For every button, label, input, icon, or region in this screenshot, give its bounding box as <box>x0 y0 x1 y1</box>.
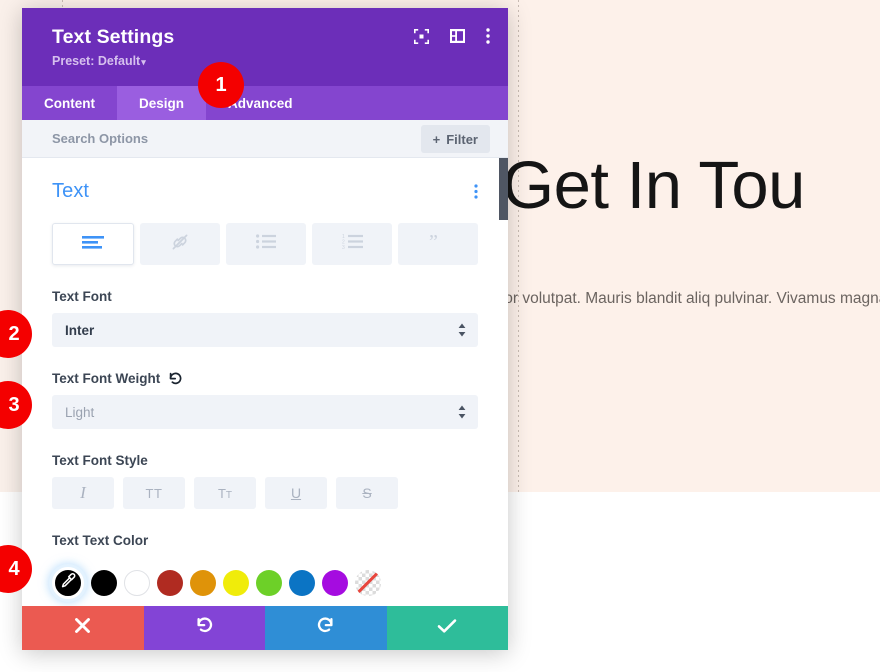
swatch-white[interactable] <box>124 570 150 596</box>
text-font-field: Text Font Inter <box>22 265 508 347</box>
preset-label: Preset: Default <box>52 54 141 68</box>
redo-button[interactable] <box>265 606 387 650</box>
align-left-icon <box>82 235 104 254</box>
fullscreen-icon[interactable] <box>414 28 429 44</box>
color-swatch-row <box>22 557 508 599</box>
search-input[interactable] <box>52 131 382 146</box>
link-icon <box>170 232 190 257</box>
reset-undo-icon[interactable] <box>168 371 183 386</box>
swatch-green[interactable] <box>256 570 282 596</box>
section-title: Text <box>52 180 90 202</box>
eyedropper-icon <box>60 572 77 594</box>
underline-glyph: U <box>290 485 302 501</box>
capitalize-button[interactable]: TT <box>194 477 256 509</box>
step-badge-1: 1 <box>198 62 244 108</box>
text-font-style-buttons: I TT TT U S <box>52 477 478 509</box>
text-font-select[interactable]: Inter <box>52 313 478 347</box>
modal-header: Text Settings Preset: Default▾ <box>22 8 508 86</box>
preset-selector[interactable]: Preset: Default▾ <box>52 53 488 70</box>
quote-icon: ” <box>428 231 448 255</box>
text-font-label: Text Font <box>52 289 112 304</box>
text-font-weight-field: Text Font Weight Light <box>22 347 508 429</box>
eyedropper-swatch[interactable] <box>52 567 84 599</box>
modal-scrollbar-thumb[interactable] <box>499 158 508 220</box>
chevron-updown-icon <box>458 323 466 337</box>
modal-body: Text 1 2 3 ” Text Font Inter Text Font W… <box>22 158 508 606</box>
blockquote-toggle[interactable]: ” <box>398 223 478 265</box>
text-settings-modal: Text Settings Preset: Default▾ Content D… <box>22 8 508 650</box>
swatch-brick-red[interactable] <box>157 570 183 596</box>
close-x-icon <box>74 617 91 639</box>
text-font-value: Inter <box>65 322 95 338</box>
svg-text:”: ” <box>429 234 438 250</box>
plus-icon: + <box>432 131 441 147</box>
text-font-weight-label-text: Text Font Weight <box>52 371 161 386</box>
numbered-list-icon: 1 2 3 <box>342 234 363 254</box>
paragraph-text-toggle[interactable] <box>52 223 134 265</box>
save-button[interactable] <box>386 606 508 650</box>
layout-panel-icon[interactable] <box>450 29 465 43</box>
swatch-violet[interactable] <box>322 570 348 596</box>
undo-icon <box>195 616 214 640</box>
section-more-vertical-icon[interactable] <box>474 184 478 199</box>
page-canvas: Get In Tou cipit tortor eget felis portt… <box>0 0 880 672</box>
redo-icon <box>316 616 335 640</box>
italic-glyph: I <box>80 483 86 502</box>
ordered-list-toggle[interactable]: 1 2 3 <box>312 223 392 265</box>
text-text-color-label: Text Text Color <box>52 533 149 548</box>
svg-text:3: 3 <box>342 245 345 249</box>
modal-footer <box>22 606 508 650</box>
modal-header-icons <box>414 28 490 44</box>
tab-content[interactable]: Content <box>22 86 117 120</box>
tab-design[interactable]: Design <box>117 86 207 120</box>
modal-tabs: Content Design Advanced <box>22 86 508 120</box>
uppercase-button[interactable]: TT <box>123 477 185 509</box>
swatch-blue[interactable] <box>289 570 315 596</box>
section-header: Text <box>22 158 508 203</box>
swatch-black[interactable] <box>91 570 117 596</box>
search-bar: + Filter <box>22 120 508 158</box>
text-font-style-label: Text Font Style <box>52 453 148 468</box>
link-toggle[interactable] <box>140 223 220 265</box>
preview-body-text: cipit tortor eget felis porttitor volutp… <box>508 290 880 307</box>
text-type-toggle-row: 1 2 3 ” <box>22 203 508 265</box>
text-font-weight-label: Text Font Weight <box>52 371 478 386</box>
filter-label: Filter <box>446 131 478 147</box>
swatch-orange[interactable] <box>190 570 216 596</box>
unordered-list-toggle[interactable] <box>226 223 306 265</box>
filter-button[interactable]: + Filter <box>420 125 490 153</box>
bullet-list-icon <box>256 234 276 254</box>
cancel-button[interactable] <box>22 606 144 650</box>
strikethrough-button[interactable]: S <box>336 477 398 509</box>
swatch-yellow[interactable] <box>223 570 249 596</box>
modal-scrollbar-track[interactable] <box>499 158 508 606</box>
preview-content: Get In Tou cipit tortor eget felis portt… <box>508 140 880 380</box>
italic-button[interactable]: I <box>52 477 114 509</box>
text-font-style-field: Text Font Style I TT TT U S <box>22 429 508 509</box>
capitalize-glyph: TT <box>217 485 233 501</box>
more-vertical-icon[interactable] <box>486 28 490 44</box>
text-font-weight-select[interactable]: Light <box>52 395 478 429</box>
strikethrough-glyph: S <box>362 485 372 501</box>
preview-heading: Get In Tou <box>508 148 805 223</box>
swatch-transparent[interactable] <box>355 570 381 596</box>
text-font-weight-value: Light <box>65 404 95 420</box>
chevron-updown-icon <box>458 405 466 419</box>
checkmark-icon <box>437 618 457 639</box>
uppercase-glyph: TT <box>145 485 163 501</box>
text-text-color-field: Text Text Color <box>22 509 508 548</box>
underline-button[interactable]: U <box>265 477 327 509</box>
chevron-down-icon: ▾ <box>141 57 146 67</box>
undo-button[interactable] <box>143 606 265 650</box>
